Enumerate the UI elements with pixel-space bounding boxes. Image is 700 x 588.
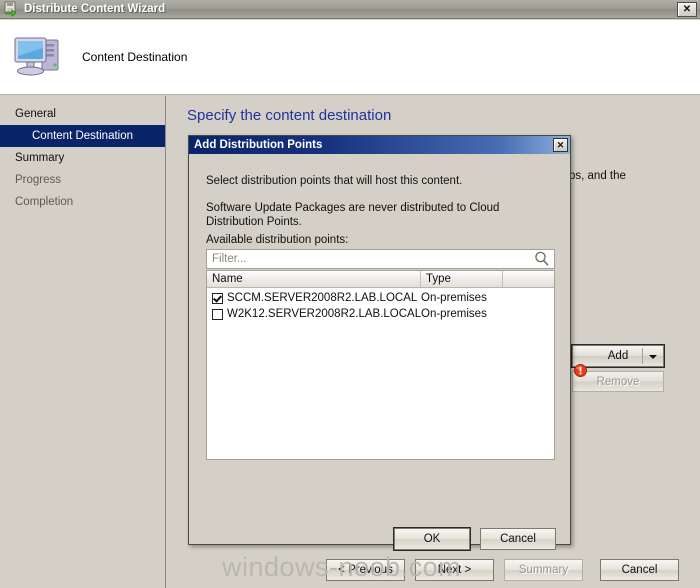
column-header-name[interactable]: Name xyxy=(207,271,421,287)
dialog-instruction-primary: Select distribution points that will hos… xyxy=(206,175,463,187)
sidebar-item-content-destination[interactable]: Content Destination xyxy=(0,125,165,147)
dialog-title: Add Distribution Points xyxy=(194,139,323,151)
distribute-content-icon xyxy=(3,1,19,17)
checkbox-w2k12[interactable] xyxy=(211,308,223,320)
window-close-button[interactable]: ✕ xyxy=(677,2,697,17)
table-row[interactable]: W2K12.SERVER2008R2.LAB.LOCAL On-premises xyxy=(207,306,554,322)
sidebar-item-progress[interactable]: Progress xyxy=(0,169,165,191)
row-checkbox-cell[interactable] xyxy=(207,308,227,320)
add-button-divider xyxy=(642,348,643,364)
wizard-header-banner: Content Destination xyxy=(0,20,700,95)
sidebar-item-general[interactable]: General xyxy=(0,103,165,125)
distribution-points-listview[interactable]: Name Type SCCM.SERVER2008R2.LAB.LOCAL On… xyxy=(206,270,555,460)
row-name: SCCM.SERVER2008R2.LAB.LOCAL xyxy=(227,292,418,304)
previous-button[interactable]: < Previous xyxy=(326,559,405,581)
filter-input[interactable] xyxy=(207,252,533,266)
sidebar-item-summary[interactable]: Summary xyxy=(0,147,165,169)
window-titlebar: Distribute Content Wizard ✕ xyxy=(0,0,700,19)
add-distribution-points-dialog: Add Distribution Points ✕ Select distrib… xyxy=(188,135,571,551)
row-name: W2K12.SERVER2008R2.LAB.LOCAL xyxy=(227,308,421,320)
filter-box[interactable] xyxy=(206,249,555,269)
window-title: Distribute Content Wizard xyxy=(24,3,166,15)
summary-button: Summary xyxy=(504,559,583,581)
available-distribution-points-label: Available distribution points: xyxy=(206,234,349,246)
search-icon[interactable] xyxy=(533,250,551,268)
computer-monitor-icon xyxy=(12,32,68,82)
header-title: Content Destination xyxy=(82,50,188,64)
dialog-close-button[interactable]: ✕ xyxy=(553,138,568,152)
chevron-down-icon[interactable] xyxy=(649,355,657,359)
row-checkbox-cell[interactable] xyxy=(207,292,227,304)
column-header-type[interactable]: Type xyxy=(421,271,503,287)
column-header-extra[interactable] xyxy=(503,271,554,287)
table-row[interactable]: SCCM.SERVER2008R2.LAB.LOCAL On-premises xyxy=(207,290,554,306)
dialog-titlebar: Add Distribution Points ✕ xyxy=(189,136,570,154)
wizard-cancel-button[interactable]: Cancel xyxy=(600,559,679,581)
checkbox-sccm[interactable] xyxy=(211,292,223,304)
row-type: On-premises xyxy=(421,308,487,320)
wizard-footer: < Previous Next > Summary Cancel xyxy=(0,548,700,588)
page-title: Specify the content destination xyxy=(187,107,392,124)
dialog-body: Select distribution points that will hos… xyxy=(189,154,570,551)
dialog-instruction-secondary: Software Update Packages are never distr… xyxy=(206,202,500,228)
add-button-label: Add xyxy=(607,350,629,362)
next-button[interactable]: Next > xyxy=(415,559,494,581)
sidebar-item-completion[interactable]: Completion xyxy=(0,191,165,213)
background-description-text: ps, and the xyxy=(569,170,626,182)
wizard-step-sidebar: General Content Destination Summary Prog… xyxy=(0,96,166,588)
dialog-cancel-button[interactable]: Cancel xyxy=(480,528,556,550)
ok-button[interactable]: OK xyxy=(393,527,471,551)
listview-header: Name Type xyxy=(207,271,554,288)
row-type: On-premises xyxy=(421,292,487,304)
error-exclamation-icon xyxy=(574,364,587,377)
